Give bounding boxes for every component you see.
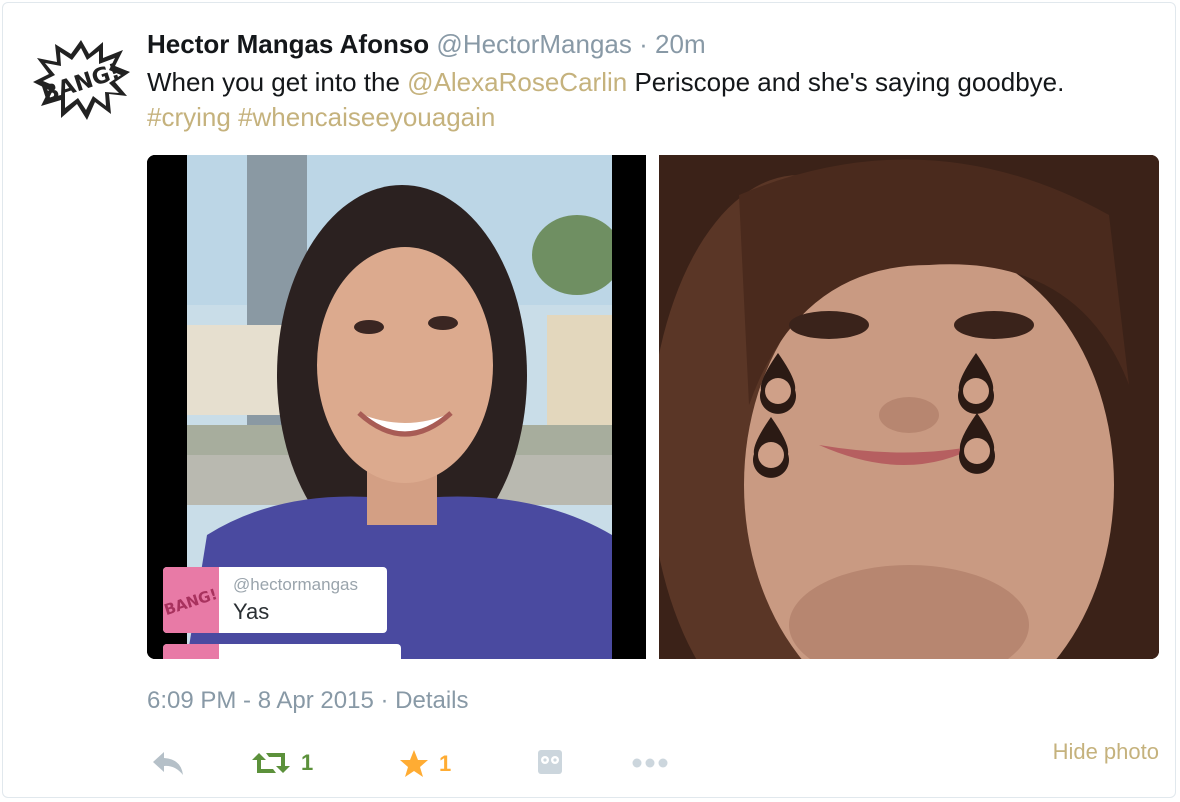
crying-meme-image bbox=[659, 155, 1159, 659]
reply-button[interactable] bbox=[151, 749, 185, 777]
hashtag-crying[interactable]: #crying bbox=[147, 102, 231, 132]
hashtag-whencaiseeyouagain[interactable]: #whencaiseeyouagain bbox=[238, 102, 495, 132]
author-name[interactable]: Hector Mangas Afonso bbox=[147, 29, 429, 59]
star-icon bbox=[400, 750, 428, 777]
periscope-comment-partial bbox=[163, 644, 401, 659]
tweet-time[interactable]: 20m bbox=[655, 29, 706, 59]
tweet-card: BANG! Hector Mangas Afonso @HectorMangas… bbox=[2, 2, 1176, 798]
media-photo-left[interactable]: BANG! @hectormangas Yas bbox=[147, 155, 646, 659]
more-icon bbox=[632, 758, 668, 768]
comment-avatar: BANG! bbox=[163, 567, 219, 633]
comment-user: @hectormangas bbox=[233, 575, 358, 594]
timestamp-separator: · bbox=[380, 687, 389, 714]
tweet-text-after: Periscope and she's saying goodbye. bbox=[627, 67, 1065, 97]
reply-icon bbox=[153, 752, 183, 775]
tweet-text: When you get into the @AlexaRoseCarlin P… bbox=[147, 65, 1157, 135]
more-button[interactable] bbox=[631, 749, 671, 775]
timestamp-text[interactable]: 6:09 PM - 8 Apr 2015 bbox=[147, 687, 374, 714]
favorite-button[interactable]: 1 bbox=[399, 749, 451, 779]
details-link[interactable]: Details bbox=[395, 687, 468, 714]
mention-link[interactable]: @AlexaRoseCarlin bbox=[407, 67, 627, 97]
owl-icon bbox=[538, 750, 562, 774]
bang-logo-icon: BANG! bbox=[33, 40, 130, 120]
periscope-comment: BANG! @hectormangas Yas bbox=[163, 567, 387, 633]
author-handle[interactable]: @HectorMangas bbox=[436, 29, 631, 59]
owl-button[interactable] bbox=[537, 749, 563, 775]
comment-avatar-text: BANG! bbox=[163, 585, 219, 619]
header-separator: · bbox=[639, 29, 648, 59]
favorite-count: 1 bbox=[439, 751, 452, 776]
retweet-count: 1 bbox=[301, 750, 314, 775]
comment-message: Yas bbox=[233, 599, 270, 624]
hide-photo-link[interactable]: Hide photo bbox=[1053, 739, 1159, 765]
media-photo-right[interactable] bbox=[659, 155, 1159, 659]
tweet-header: Hector Mangas Afonso @HectorMangas · 20m bbox=[147, 27, 706, 61]
retweet-icon bbox=[252, 753, 290, 773]
tweet-actions: 1 1 Hide photo bbox=[147, 739, 1159, 789]
avatar[interactable]: BANG! bbox=[31, 38, 131, 123]
tweet-text-before: When you get into the bbox=[147, 67, 408, 97]
tweet-timestamp: 6:09 PM - 8 Apr 2015 · Details bbox=[147, 687, 469, 715]
retweet-button[interactable]: 1 bbox=[251, 749, 313, 777]
comment-avatar-partial bbox=[163, 644, 219, 659]
